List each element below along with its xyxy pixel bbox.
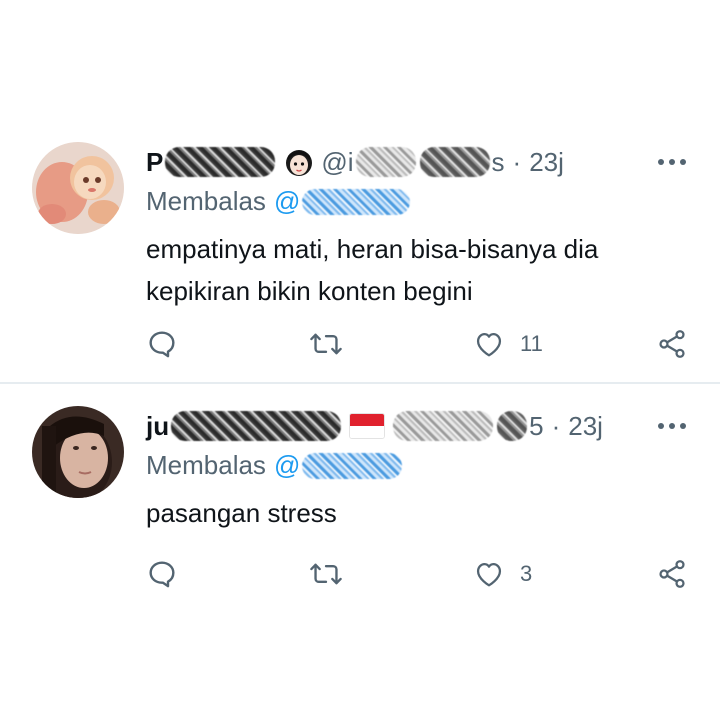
- replying-label: Membalas: [146, 450, 266, 480]
- handle-end: s: [491, 146, 505, 177]
- redacted-handle: [393, 411, 494, 441]
- redacted-name: [171, 411, 342, 441]
- avatar-image: [32, 406, 124, 498]
- timestamp[interactable]: 23j: [529, 147, 564, 178]
- replying-to: Membalas @: [146, 450, 404, 481]
- reply-button[interactable]: [146, 326, 178, 362]
- more-options-button[interactable]: [654, 144, 690, 180]
- tweet-text: empatinya mati, heran bisa-bisanya dia k…: [146, 228, 686, 312]
- like-count: 11: [520, 331, 543, 356]
- reply-button[interactable]: [146, 556, 178, 592]
- replying-to: Membalas @: [146, 186, 412, 217]
- replying-label: Membalas: [146, 186, 266, 216]
- retweet-button[interactable]: [309, 556, 343, 592]
- handle-end: 5: [529, 410, 544, 441]
- retweet-icon: [310, 563, 342, 585]
- like-icon: [476, 333, 502, 357]
- timestamp[interactable]: 23j: [568, 411, 603, 442]
- avatar[interactable]: [32, 406, 124, 498]
- action-bar: 11: [0, 326, 720, 362]
- more-icon: [658, 423, 686, 429]
- share-icon: [659, 330, 685, 358]
- avatar[interactable]: [32, 142, 124, 234]
- reply-icon: [149, 561, 175, 588]
- reply-tweet[interactable]: P @i s · 23j Membalas @ empatinya mati, …: [0, 130, 720, 382]
- tweet-text: pasangan stress: [146, 492, 686, 534]
- redacted-name: [165, 147, 276, 177]
- redacted-handle: [355, 147, 416, 177]
- tweet-text-line: pasangan stress: [146, 498, 337, 528]
- action-bar: 3: [0, 556, 720, 592]
- separator-dot: ·: [551, 410, 561, 441]
- girl-face-emoji-icon: [283, 146, 315, 178]
- redacted-mention: [302, 188, 411, 215]
- redacted-mention: [302, 452, 403, 479]
- handle[interactable]: @i: [321, 147, 353, 178]
- separator-dot: ·: [512, 146, 522, 177]
- tweet-header: P @i s · 23j: [146, 144, 564, 180]
- mention-link[interactable]: @: [274, 450, 300, 481]
- tweet-header: ju 5 · 23j: [146, 408, 603, 444]
- more-options-button[interactable]: [654, 408, 690, 444]
- redacted-handle: [497, 411, 528, 441]
- like-count: 3: [520, 561, 533, 586]
- tweet-text-line: kepikiran bikin konten begini: [146, 276, 473, 306]
- reply-tweet[interactable]: ju 5 · 23j Membalas @ pasangan stress 3: [0, 384, 720, 620]
- share-icon: [659, 560, 685, 588]
- avatar-image: [32, 142, 124, 234]
- redacted-handle: [419, 147, 490, 177]
- share-button[interactable]: [655, 556, 689, 592]
- display-name[interactable]: ju: [146, 411, 169, 442]
- tweet-text-line: empatinya mati, heran bisa-bisanya dia: [146, 234, 599, 264]
- like-button[interactable]: 11: [472, 326, 543, 362]
- indonesia-flag-icon: [349, 413, 386, 439]
- like-button[interactable]: 3: [472, 556, 532, 592]
- reply-icon: [149, 331, 175, 358]
- more-icon: [658, 159, 686, 165]
- retweet-button[interactable]: [309, 326, 343, 362]
- display-name[interactable]: P: [146, 147, 163, 178]
- mention-link[interactable]: @: [274, 186, 300, 217]
- retweet-icon: [310, 333, 342, 355]
- share-button[interactable]: [655, 326, 689, 362]
- like-icon: [476, 563, 502, 587]
